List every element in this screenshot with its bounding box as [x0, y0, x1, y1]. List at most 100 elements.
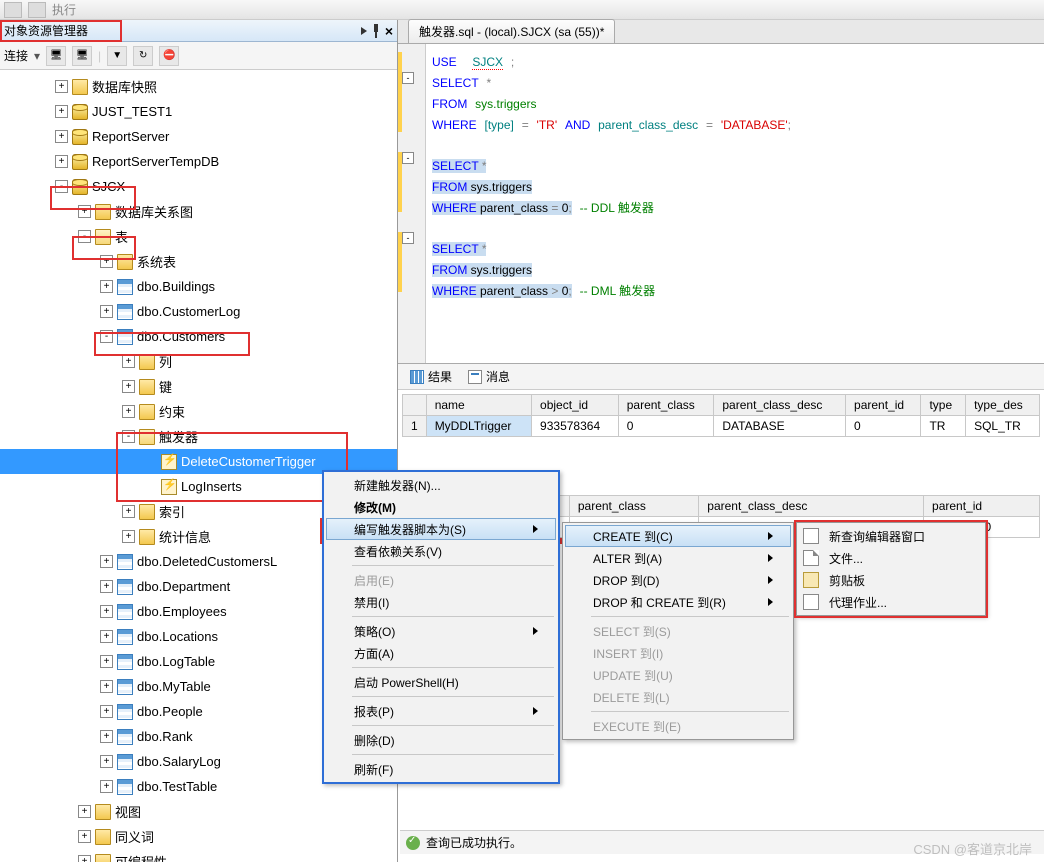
expand-toggle[interactable]: - [55, 180, 68, 193]
folder-icon [95, 204, 111, 220]
expand-toggle[interactable]: + [100, 705, 113, 718]
expand-toggle[interactable]: + [55, 130, 68, 143]
submenu-arrow-icon [533, 627, 538, 635]
tab-results[interactable]: 结果 [404, 366, 458, 387]
expand-toggle[interactable]: + [78, 855, 91, 862]
tree-node[interactable]: +ReportServer [0, 124, 397, 149]
menu-item[interactable]: 报表(P) [326, 700, 556, 722]
context-menu-script-as[interactable]: CREATE 到(C) ALTER 到(A) DROP 到(D)DROP 和 CRE… [562, 522, 794, 740]
menu-item[interactable]: DROP 和 CREATE 到(R) [565, 591, 791, 613]
editor-tab[interactable]: 触发器.sql - (local).SJCX (sa (55))* [408, 19, 615, 43]
tree-node[interactable]: +JUST_TEST1 [0, 99, 397, 124]
tree-node[interactable]: -dbo.Customers [0, 324, 397, 349]
menu-item-label: ALTER 到(A) [593, 550, 662, 567]
expand-toggle[interactable]: - [100, 330, 113, 343]
expand-toggle[interactable]: + [78, 205, 91, 218]
expand-toggle[interactable]: + [55, 155, 68, 168]
tree-node[interactable]: +同义词 [0, 824, 397, 849]
expand-toggle[interactable]: + [100, 580, 113, 593]
menu-item[interactable]: 修改(M) [326, 496, 556, 518]
expand-toggle[interactable]: + [122, 530, 135, 543]
expand-toggle[interactable]: + [100, 555, 113, 568]
expand-toggle[interactable]: + [100, 305, 113, 318]
menu-item[interactable]: 文件... [799, 547, 983, 569]
menu-item[interactable]: 代理作业... [799, 591, 983, 613]
expand-toggle[interactable]: + [100, 680, 113, 693]
disconnect-icon[interactable]: 🖥 [72, 46, 92, 66]
tree-node[interactable]: +dbo.CustomerLog [0, 299, 397, 324]
expand-toggle[interactable]: + [100, 280, 113, 293]
menu-item[interactable]: 禁用(I) [326, 591, 556, 613]
tree-node[interactable]: +dbo.Buildings [0, 274, 397, 299]
table-icon [117, 329, 133, 345]
menu-item[interactable]: DROP 到(D) [565, 569, 791, 591]
sql-editor[interactable]: - - - USE SJCX ; SELECT * FROM sys.trigg… [398, 44, 1044, 364]
tree-node[interactable]: -SJCX [0, 174, 397, 199]
expand-toggle[interactable]: + [122, 355, 135, 368]
expand-toggle[interactable]: + [122, 380, 135, 393]
menu-item[interactable]: 新建触发器(N)... [326, 474, 556, 496]
expand-toggle[interactable]: + [100, 630, 113, 643]
tree-node[interactable]: +列 [0, 349, 397, 374]
menu-item[interactable]: 启动 PowerShell(H) [326, 671, 556, 693]
menu-item[interactable]: CREATE 到(C) [565, 525, 791, 547]
tree-node-label: ReportServerTempDB [92, 154, 219, 169]
filter-icon[interactable]: ▼ [107, 46, 127, 66]
expand-toggle[interactable]: + [55, 105, 68, 118]
tree-node[interactable]: +键 [0, 374, 397, 399]
menu-item[interactable]: 策略(O) [326, 620, 556, 642]
tree-node[interactable]: + ReportServerTempDB [0, 149, 397, 174]
tree-node[interactable]: -表 [0, 224, 397, 249]
table-icon [117, 604, 133, 620]
toolbar-button[interactable] [28, 2, 46, 18]
sql-code[interactable]: USE SJCX ; SELECT * FROM sys.triggers WH… [426, 44, 797, 363]
expand-toggle[interactable]: + [100, 755, 113, 768]
dropdown-icon[interactable] [361, 27, 367, 35]
menu-item: SELECT 到(S) [565, 620, 791, 642]
expand-toggle[interactable]: - [122, 430, 135, 443]
refresh-icon[interactable]: ↻ [133, 46, 153, 66]
menu-item[interactable]: 查看依赖关系(V) [326, 540, 556, 562]
results-grid-1[interactable]: nameobject_idparent_classparent_class_de… [402, 394, 1040, 437]
menu-item[interactable]: 新查询编辑器窗口 [799, 525, 983, 547]
context-menu-trigger[interactable]: 新建触发器(N)...修改(M)编写触发器脚本为(S)查看依赖关系(V)启用(E… [322, 470, 560, 784]
submenu-arrow-icon [768, 532, 773, 540]
folder-open-icon [95, 229, 111, 245]
tree-node-label: dbo.Employees [137, 604, 227, 619]
expand-toggle[interactable]: + [100, 780, 113, 793]
menu-item[interactable]: 方面(A) [326, 642, 556, 664]
expand-toggle[interactable]: + [100, 655, 113, 668]
tree-node[interactable]: -触发器 [0, 424, 397, 449]
expand-toggle[interactable]: - [78, 230, 91, 243]
expand-toggle[interactable]: + [100, 255, 113, 268]
tab-messages[interactable]: 消息 [462, 366, 516, 387]
expand-toggle[interactable]: + [78, 805, 91, 818]
menu-item[interactable]: 编写触发器脚本为(S) [326, 518, 556, 540]
menu-item[interactable]: 刷新(F) [326, 758, 556, 780]
close-icon[interactable]: × [385, 23, 393, 39]
tree-node[interactable]: +数据库关系图 [0, 199, 397, 224]
menu-item[interactable]: ALTER 到(A) [565, 547, 791, 569]
tree-node-label: 系统表 [137, 252, 176, 271]
pin-icon[interactable] [371, 24, 381, 38]
expand-toggle[interactable]: + [100, 730, 113, 743]
expand-toggle[interactable]: + [122, 505, 135, 518]
tree-node[interactable]: +数据库快照 [0, 74, 397, 99]
tree-node[interactable]: + 系统表 [0, 249, 397, 274]
expand-toggle[interactable]: + [100, 605, 113, 618]
menu-item[interactable]: 剪贴板 [799, 569, 983, 591]
tree-node[interactable]: +可编程性 [0, 849, 397, 862]
submenu-arrow-icon [768, 598, 773, 606]
menu-item-label: 禁用(I) [354, 594, 389, 611]
menu-item[interactable]: 删除(D) [326, 729, 556, 751]
expand-toggle[interactable]: + [55, 80, 68, 93]
menu-item-label: 编写触发器脚本为(S) [354, 521, 466, 538]
stop-icon[interactable]: ⛔ [159, 46, 179, 66]
tree-node[interactable]: +约束 [0, 399, 397, 424]
expand-toggle[interactable]: + [122, 405, 135, 418]
toolbar-button[interactable] [4, 2, 22, 18]
tree-node[interactable]: +视图 [0, 799, 397, 824]
expand-toggle[interactable]: + [78, 830, 91, 843]
connect-icon[interactable]: 🖥 [46, 46, 66, 66]
context-menu-create-to[interactable]: 新查询编辑器窗口文件...剪贴板代理作业... [796, 522, 986, 616]
